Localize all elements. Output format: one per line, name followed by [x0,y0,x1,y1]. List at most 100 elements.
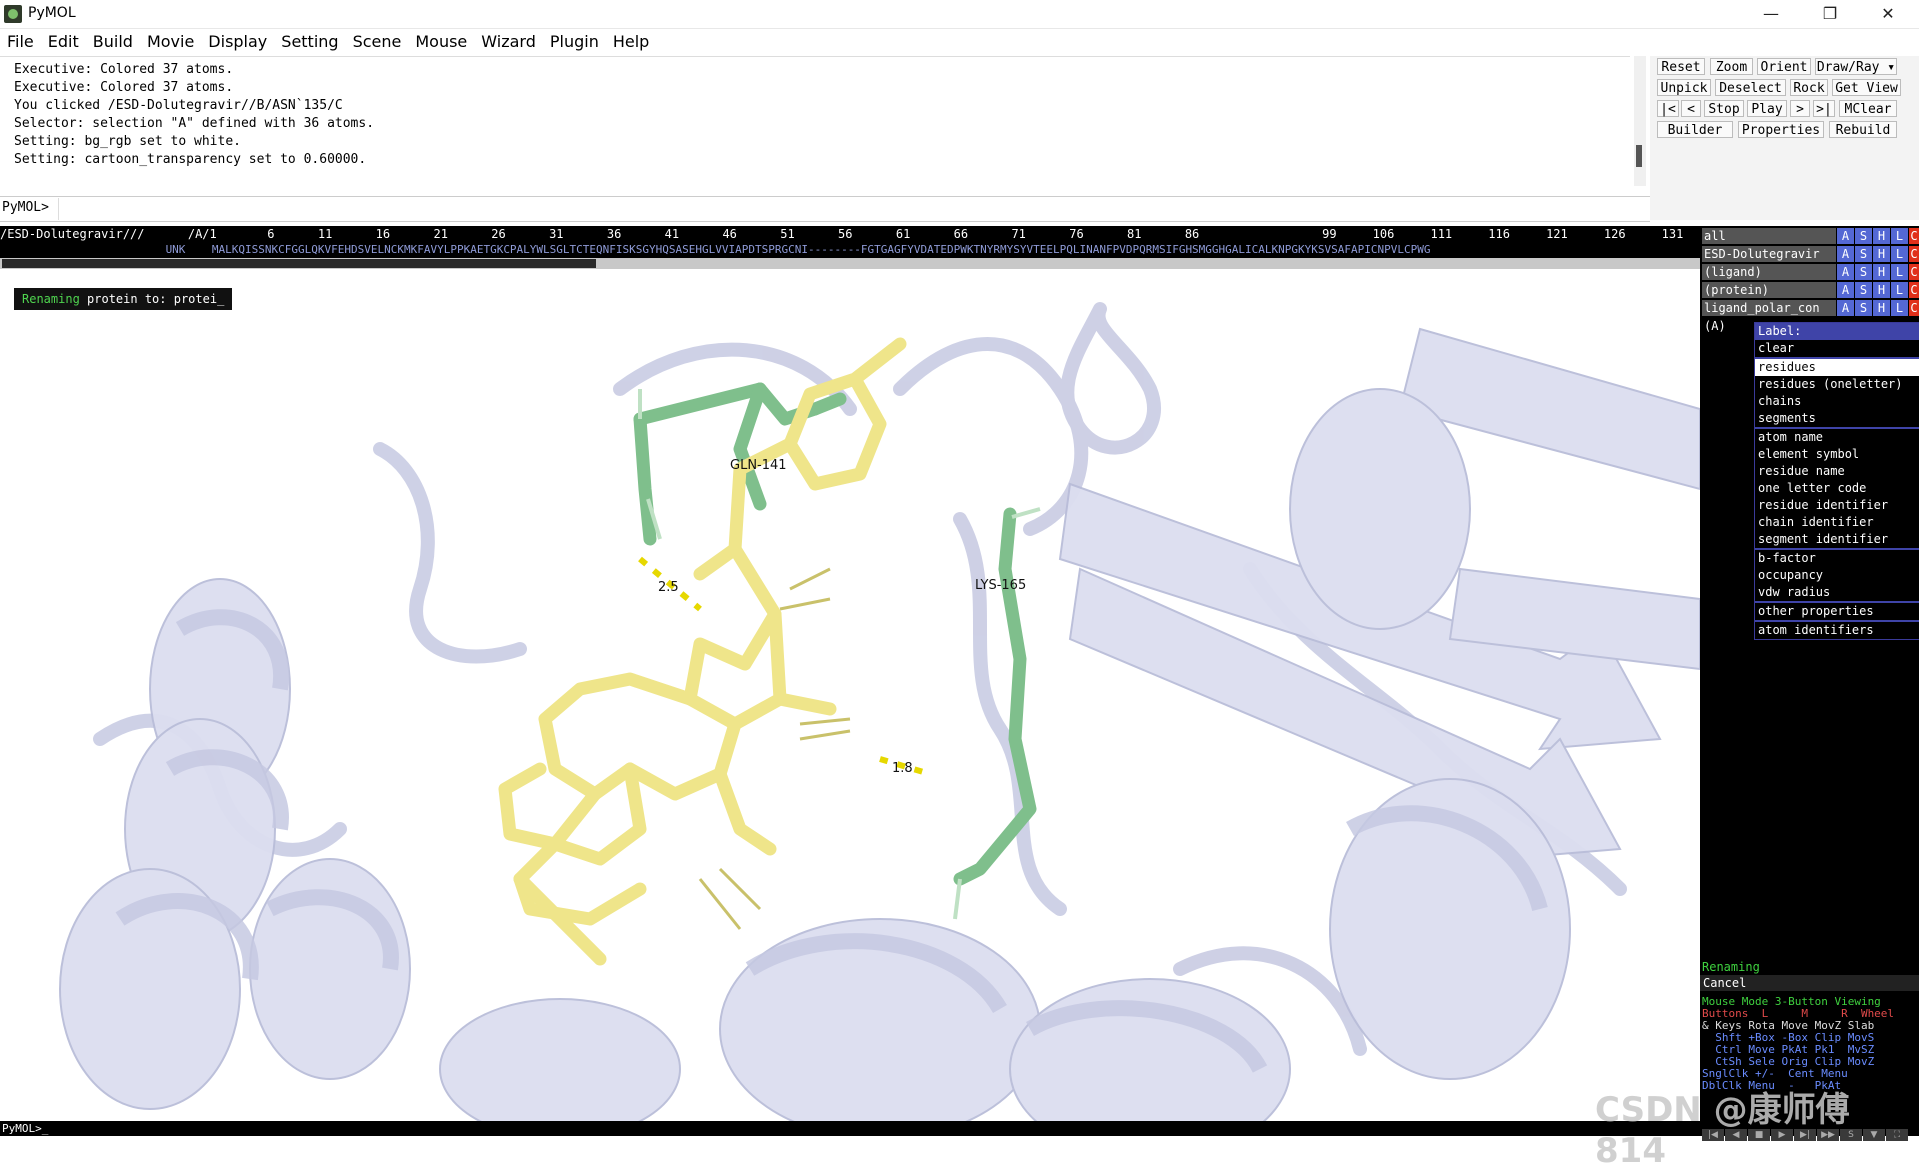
action-button[interactable]: A [1837,300,1854,316]
label-button[interactable]: L [1891,282,1908,298]
rename-notice-text: protein to: protei_ [79,292,225,306]
label-menu-title: Label: [1755,323,1919,340]
rewind-button[interactable]: |< [1657,100,1679,117]
menu-scene[interactable]: Scene [346,29,409,55]
hide-button[interactable]: H [1873,282,1890,298]
label-button[interactable]: L [1891,246,1908,262]
label-menu-item[interactable]: other properties [1755,603,1919,620]
menu-movie[interactable]: Movie [140,29,201,55]
label-menu-item[interactable]: clear [1755,340,1919,357]
cancel-button[interactable]: Cancel [1700,975,1919,991]
sequence-viewer[interactable]: /ESD-Dolutegravir/// /A/1 6 11 16 21 26 … [0,226,1700,258]
label-button[interactable]: L [1891,264,1908,280]
menu-setting[interactable]: Setting [274,29,345,55]
menu-plugin[interactable]: Plugin [543,29,606,55]
object-row-esd-dolutegravir[interactable]: ESD-Dolutegravir A S H L C [1700,246,1919,263]
close-button[interactable]: ✕ [1860,0,1916,28]
label-menu-item[interactable]: atom name [1755,429,1919,446]
restore-button[interactable]: ❐ [1802,0,1858,28]
label-menu-item[interactable]: chains [1755,393,1919,410]
log-scrollbar-thumb[interactable] [1636,145,1642,167]
label-menu-item[interactable]: occupancy [1755,567,1919,584]
show-button[interactable]: S [1855,300,1872,316]
menu-build[interactable]: Build [86,29,140,55]
action-button[interactable]: A [1837,282,1854,298]
object-name[interactable]: (protein) [1702,282,1836,298]
label-menu-item-selected[interactable]: residues [1755,359,1919,376]
object-row-ligand-polar-contacts[interactable]: ligand_polar_con A S H L C [1700,300,1919,317]
object-row-all[interactable]: all A S H L C [1700,228,1919,245]
hide-button[interactable]: H [1873,264,1890,280]
rename-notice: Renaming protein to: protei_ [14,288,233,310]
label-button[interactable]: L [1891,300,1908,316]
menu-file[interactable]: File [0,29,41,55]
label-menu-item[interactable]: element symbol [1755,446,1919,463]
bottom-prompt[interactable]: PyMOL>_ [2,1122,48,1135]
play-button[interactable]: Play [1747,100,1787,117]
action-button[interactable]: A [1837,228,1854,244]
minimize-button[interactable]: — [1743,0,1799,28]
reset-button[interactable]: Reset [1657,58,1705,75]
hide-button[interactable]: H [1873,246,1890,262]
label-menu-item[interactable]: vdw radius [1755,584,1919,601]
object-row-ligand[interactable]: (ligand) A S H L C [1700,264,1919,281]
orient-button[interactable]: Orient [1757,58,1811,75]
sequence-residues[interactable]: UNK MALKQISSNKCFGGLQKVFEHDSVELNCKMKFAVYL… [0,243,1431,256]
menu-help[interactable]: Help [606,29,656,55]
menu-edit[interactable]: Edit [41,29,86,55]
hide-button[interactable]: H [1873,300,1890,316]
color-button[interactable]: C [1909,300,1919,316]
molecular-viewport[interactable]: GLN-141 LYS-165 2.5 1.8 [0,269,1700,1121]
color-button[interactable]: C [1909,246,1919,262]
window-title: PyMOL [28,5,76,21]
menu-wizard[interactable]: Wizard [474,29,543,55]
object-name[interactable]: all [1702,228,1836,244]
get-view-button[interactable]: Get View [1832,79,1901,96]
label-menu-item[interactable]: residue name [1755,463,1919,480]
show-button[interactable]: S [1855,264,1872,280]
deselect-button[interactable]: Deselect [1715,79,1786,96]
command-input[interactable] [58,198,1653,220]
label-menu-item[interactable]: atom identifiers [1755,622,1919,639]
bottom-command-line[interactable]: PyMOL>_ [0,1121,1700,1136]
zoom-button[interactable]: Zoom [1710,58,1753,75]
unpick-button[interactable]: Unpick [1657,79,1711,96]
label-menu-item[interactable]: segments [1755,410,1919,427]
object-name[interactable]: (ligand) [1702,264,1836,280]
label-menu-item[interactable]: chain identifier [1755,514,1919,531]
menu-mouse[interactable]: Mouse [408,29,474,55]
hide-button[interactable]: H [1873,228,1890,244]
stop-button[interactable]: Stop [1704,100,1744,117]
color-button[interactable]: C [1909,282,1919,298]
label-menu-item[interactable]: one letter code [1755,480,1919,497]
properties-button[interactable]: Properties [1738,121,1824,138]
rebuild-button[interactable]: Rebuild [1829,121,1897,138]
label-menu-item[interactable]: residue identifier [1755,497,1919,514]
builder-button[interactable]: Builder [1657,121,1733,138]
menu-display[interactable]: Display [201,29,274,55]
show-button[interactable]: S [1855,282,1872,298]
rock-button[interactable]: Rock [1790,79,1828,96]
object-name[interactable]: ligand_polar_con [1702,300,1836,316]
draw-ray-button[interactable]: Draw/Ray ▾ [1815,58,1897,75]
action-button[interactable]: A [1837,264,1854,280]
label-button[interactable]: L [1891,228,1908,244]
back-button[interactable]: < [1681,100,1701,117]
sequence-scrollbar-thumb[interactable] [2,259,596,268]
show-button[interactable]: S [1855,246,1872,262]
forward-button[interactable]: > [1790,100,1810,117]
label-menu-item[interactable]: residues (oneletter) [1755,376,1919,393]
show-button[interactable]: S [1855,228,1872,244]
action-button[interactable]: A [1837,246,1854,262]
object-row-protein[interactable]: (protein) A S H L C [1700,282,1919,299]
label-menu-item[interactable]: b-factor [1755,550,1919,567]
color-button[interactable]: C [1909,264,1919,280]
object-name[interactable]: ESD-Dolutegravir [1702,246,1836,262]
label-menu-item[interactable]: segment identifier [1755,531,1919,548]
molecule-render: GLN-141 LYS-165 2.5 1.8 [59,302,1700,1121]
end-button[interactable]: >| [1813,100,1835,117]
mclear-button[interactable]: MClear [1839,100,1897,117]
control-button-panel: Reset Zoom Orient Draw/Ray ▾ Unpick Dese… [1650,56,1919,220]
color-button[interactable]: C [1909,228,1919,244]
watermark: CSDN @康师傅814 [1595,1090,1850,1171]
